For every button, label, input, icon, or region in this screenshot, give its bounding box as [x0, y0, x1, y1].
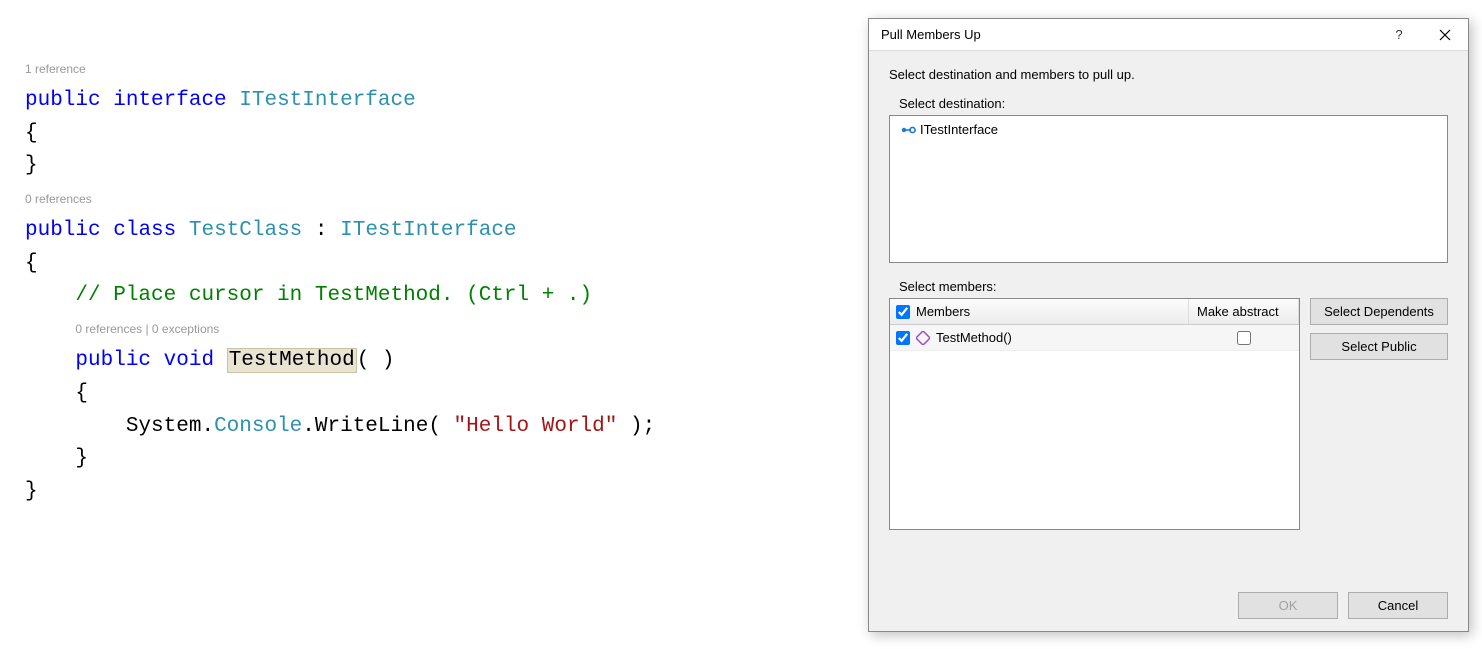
- keyword: public: [25, 219, 101, 242]
- destination-item[interactable]: ITestInterface: [898, 121, 1439, 138]
- keyword: class: [113, 219, 176, 242]
- brace: }: [25, 154, 38, 177]
- destination-label: Select destination:: [899, 96, 1448, 111]
- brace: }: [75, 447, 88, 470]
- brace: {: [25, 122, 38, 145]
- class-ref: Console: [214, 415, 302, 438]
- interface-icon: [900, 125, 914, 135]
- codelens[interactable]: 0 references | 0 exceptions: [75, 322, 219, 336]
- brace: {: [25, 252, 38, 275]
- type-name: ITestInterface: [340, 219, 516, 242]
- destination-name: ITestInterface: [920, 122, 998, 137]
- select-public-button[interactable]: Select Public: [1310, 333, 1448, 360]
- column-abstract: Make abstract: [1189, 299, 1299, 324]
- member-checkbox[interactable]: [896, 331, 910, 345]
- keyword: void: [164, 349, 214, 372]
- members-label: Select members:: [899, 279, 1448, 294]
- dialog-title: Pull Members Up: [881, 27, 1376, 42]
- brace: }: [25, 480, 38, 503]
- string-literal: "Hello World": [454, 415, 618, 438]
- help-button[interactable]: ?: [1376, 19, 1422, 51]
- type-name: TestClass: [189, 219, 302, 242]
- side-buttons: Select Dependents Select Public: [1310, 298, 1448, 530]
- method-name[interactable]: TestMethod: [227, 348, 357, 373]
- column-members: Members: [916, 304, 970, 319]
- destination-list[interactable]: ITestInterface: [889, 115, 1448, 263]
- table-header: Members Make abstract: [890, 299, 1299, 325]
- dialog-footer: OK Cancel: [889, 580, 1448, 619]
- close-button[interactable]: [1422, 19, 1468, 51]
- dialog-body: Select destination and members to pull u…: [869, 51, 1468, 631]
- instruction-text: Select destination and members to pull u…: [889, 67, 1448, 82]
- method-icon: [916, 331, 930, 345]
- comment: // Place cursor in TestMethod. (Ctrl + .…: [75, 284, 592, 307]
- ok-button[interactable]: OK: [1238, 592, 1338, 619]
- keyword: public: [75, 349, 151, 372]
- close-icon: [1439, 29, 1451, 41]
- brace: {: [75, 382, 88, 405]
- table-row[interactable]: TestMethod(): [890, 325, 1299, 351]
- pull-members-up-dialog: Pull Members Up ? Select destination and…: [868, 18, 1469, 632]
- select-dependents-button[interactable]: Select Dependents: [1310, 298, 1448, 325]
- dialog-titlebar[interactable]: Pull Members Up ?: [869, 19, 1468, 51]
- colon: :: [315, 219, 328, 242]
- namespace: System: [126, 415, 202, 438]
- keyword: interface: [113, 89, 226, 112]
- member-name: TestMethod(): [936, 330, 1012, 345]
- codelens[interactable]: 0 references: [25, 192, 92, 206]
- cancel-button[interactable]: Cancel: [1348, 592, 1448, 619]
- keyword: public: [25, 89, 101, 112]
- select-all-checkbox[interactable]: [896, 305, 910, 319]
- make-abstract-checkbox[interactable]: [1237, 331, 1251, 345]
- codelens[interactable]: 1 reference: [25, 62, 86, 76]
- parens: ( ): [357, 349, 395, 372]
- method-call: WriteLine: [315, 415, 428, 438]
- help-icon: ?: [1395, 27, 1402, 42]
- type-name: ITestInterface: [239, 89, 415, 112]
- members-table[interactable]: Members Make abstract TestMethod(): [889, 298, 1300, 530]
